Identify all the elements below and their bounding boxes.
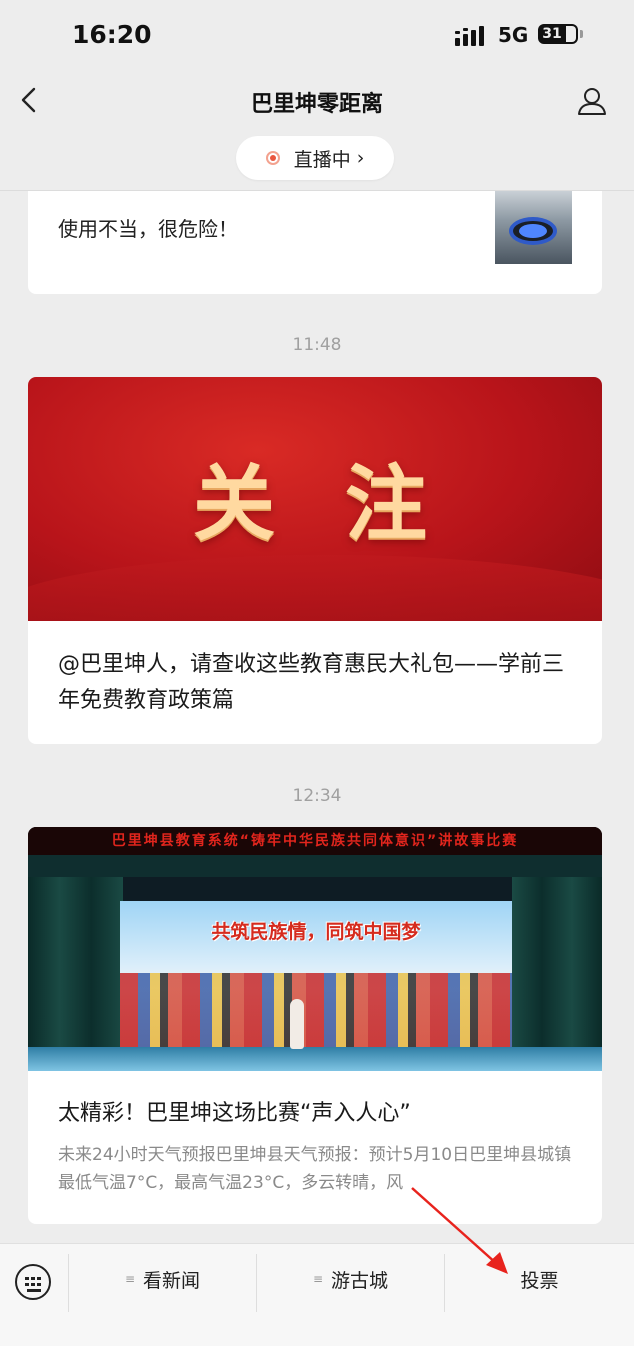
- battery-icon: 31: [538, 24, 578, 44]
- stage-marquee-text: 巴里坤县教育系统“铸牢中华民族共同体意识”讲故事比赛: [28, 827, 602, 855]
- article-title: 太精彩！巴里坤这场比赛“声入人心”: [58, 1101, 411, 1126]
- live-dot-icon: [265, 151, 280, 165]
- message-timestamp: 12:34: [292, 786, 342, 806]
- signal-icon: [455, 24, 489, 46]
- bottom-menu-bar: ≡ 看新闻 ≡ 游古城 投票: [0, 1243, 634, 1346]
- article-card-education-policy[interactable]: 关注 @巴里坤人，请查收这些教育惠民大礼包——学前三年免费教育政策篇: [28, 377, 602, 744]
- article-card-competition[interactable]: 巴里坤县教育系统“铸牢中华民族共同体意识”讲故事比赛 共筑民族情，同筑中国梦 太…: [28, 827, 602, 1224]
- article-title: @巴里坤人，请查收这些教育惠民大礼包——学前三年免费教育政策篇: [58, 652, 565, 713]
- menu-item-ancient-city[interactable]: ≡ 游古城: [257, 1244, 444, 1314]
- article-title: 使用不当，很危险！: [58, 217, 238, 241]
- stage-screen-text: 共筑民族情，同筑中国梦: [211, 921, 421, 943]
- battery-level: 31: [542, 26, 562, 42]
- menu-item-vote[interactable]: 投票: [445, 1244, 634, 1314]
- article-card-gas-safety[interactable]: 使用不当，很危险！: [28, 191, 602, 294]
- menu-list-icon: ≡: [124, 1272, 136, 1286]
- live-button[interactable]: 直播中 ›: [236, 136, 394, 180]
- message-timestamp: 11:48: [292, 335, 342, 355]
- banner-text: 关注: [192, 457, 497, 552]
- attention-banner-image: 关注: [28, 377, 602, 621]
- page-title: 巴里坤零距离: [250, 92, 383, 117]
- gas-stove-thumbnail: [495, 191, 572, 264]
- live-label: 直播中: [293, 148, 351, 171]
- status-bar: 16:20 5G 31: [0, 0, 634, 70]
- network-type: 5G: [498, 23, 529, 47]
- chevron-right-icon: ›: [356, 147, 365, 169]
- stage-photo: 巴里坤县教育系统“铸牢中华民族共同体意识”讲故事比赛 共筑民族情，同筑中国梦: [28, 827, 602, 1071]
- menu-item-label: 游古城: [331, 1269, 389, 1292]
- menu-item-news[interactable]: ≡ 看新闻: [69, 1244, 256, 1314]
- nav-bar: 巴里坤零距离 直播中 ›: [0, 70, 634, 191]
- keyboard-icon[interactable]: [15, 1264, 51, 1300]
- menu-item-label: 看新闻: [143, 1269, 201, 1292]
- status-time: 16:20: [72, 20, 152, 49]
- article-summary: 未来24小时天气预报巴里坤县天气预报：预计5月10日巴里坤县城镇最低气温7°C，…: [58, 1145, 572, 1193]
- menu-list-icon: ≡: [312, 1272, 324, 1286]
- profile-icon[interactable]: [576, 85, 608, 117]
- menu-item-label: 投票: [520, 1269, 559, 1292]
